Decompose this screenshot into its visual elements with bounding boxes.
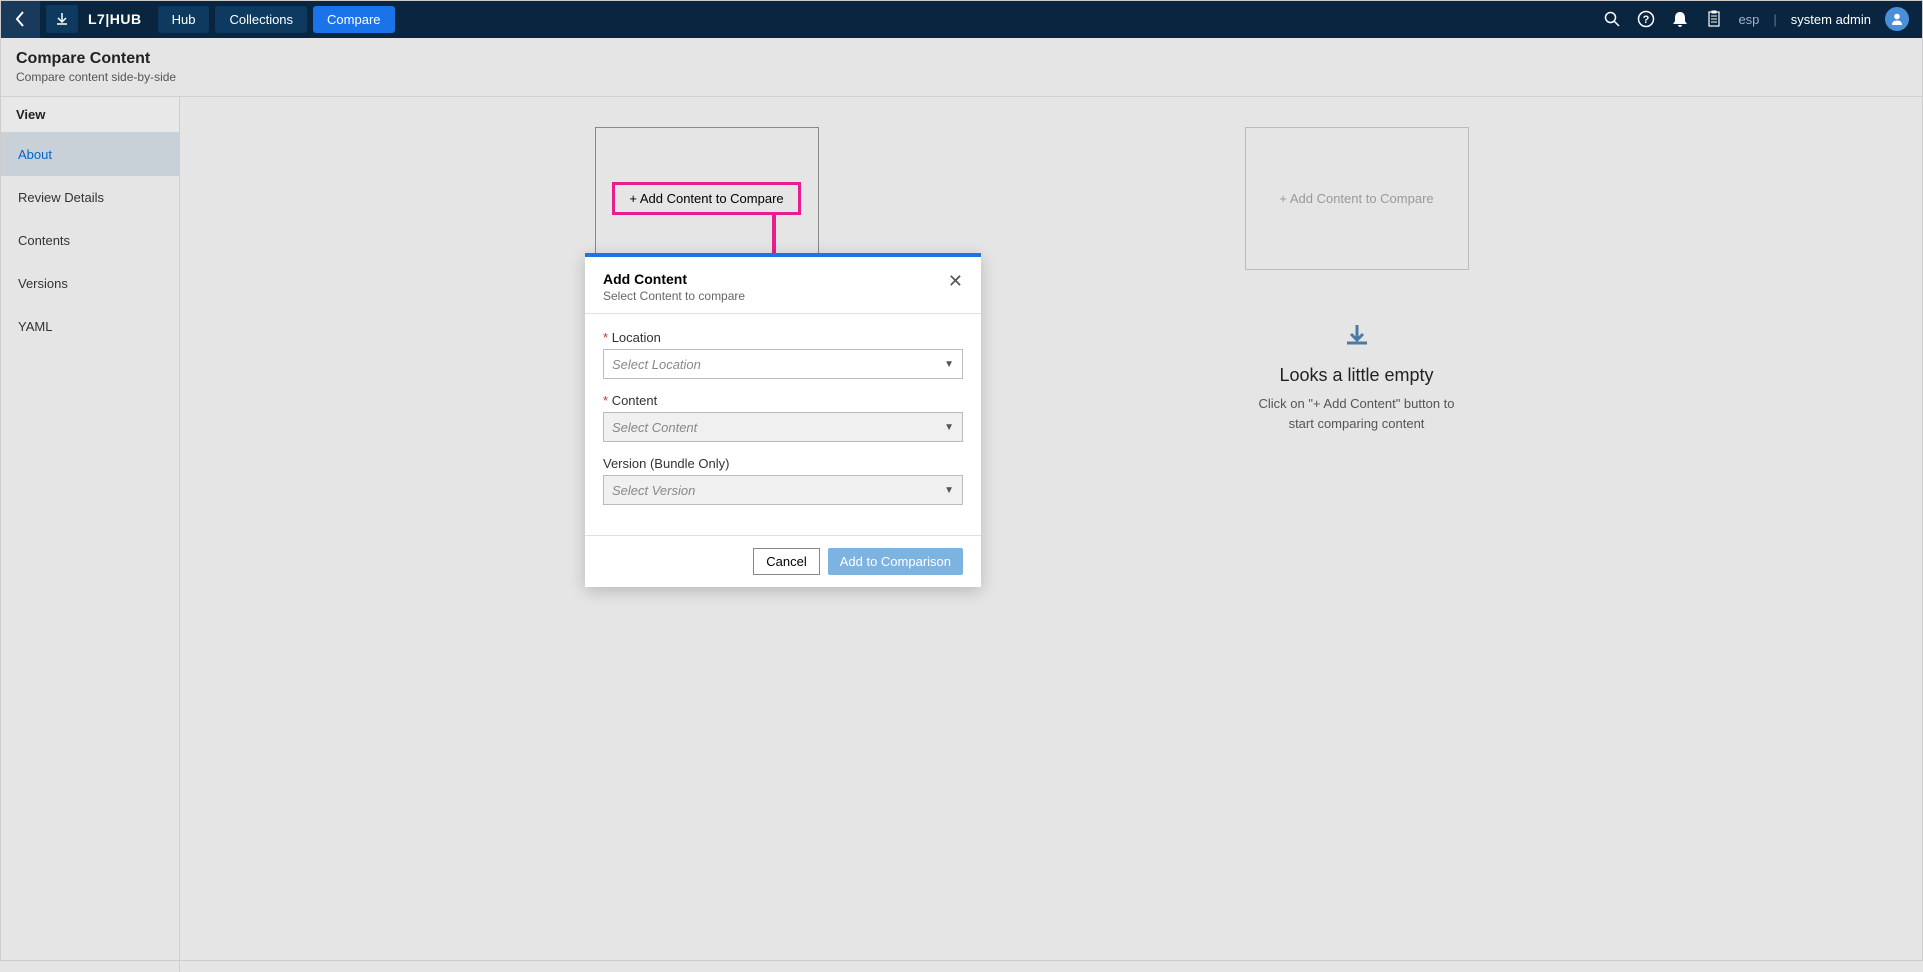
cancel-button[interactable]: Cancel bbox=[753, 548, 819, 575]
location-placeholder: Select Location bbox=[612, 357, 701, 372]
back-button[interactable] bbox=[0, 0, 40, 38]
chevron-down-icon: ▼ bbox=[944, 485, 954, 496]
content-label: * Content bbox=[603, 393, 963, 408]
modal-title: Add Content bbox=[603, 271, 745, 287]
sidebar-item-review-details[interactable]: Review Details bbox=[0, 176, 179, 219]
nav-tab-compare[interactable]: Compare bbox=[313, 6, 394, 33]
sidebar-item-yaml[interactable]: YAML bbox=[0, 305, 179, 348]
download-empty-icon bbox=[1247, 320, 1467, 357]
nav-tab-collections[interactable]: Collections bbox=[215, 6, 307, 33]
sidebar-item-contents[interactable]: Contents bbox=[0, 219, 179, 262]
sidebar-item-versions[interactable]: Versions bbox=[0, 262, 179, 305]
clipboard-icon[interactable] bbox=[1704, 9, 1724, 29]
avatar[interactable] bbox=[1885, 7, 1909, 31]
modal-subtitle: Select Content to compare bbox=[603, 289, 745, 303]
search-icon[interactable] bbox=[1602, 9, 1622, 29]
empty-text-right: Click on "+ Add Content" button to start… bbox=[1247, 394, 1467, 433]
separator: | bbox=[1773, 12, 1776, 27]
location-label: * Location bbox=[603, 330, 963, 345]
add-content-highlight: + Add Content to Compare bbox=[612, 182, 800, 215]
empty-title-right: Looks a little empty bbox=[1247, 365, 1467, 386]
download-button[interactable] bbox=[46, 5, 78, 33]
version-label: Version (Bundle Only) bbox=[603, 456, 963, 471]
version-placeholder: Select Version bbox=[612, 483, 695, 498]
version-select[interactable]: Select Version ▼ bbox=[603, 475, 963, 505]
add-content-box-left[interactable]: + Add Content to Compare bbox=[595, 127, 819, 270]
close-icon[interactable]: ✕ bbox=[948, 271, 963, 303]
content-placeholder: Select Content bbox=[612, 420, 697, 435]
bell-icon[interactable] bbox=[1670, 9, 1690, 29]
username: system admin bbox=[1791, 12, 1871, 27]
nav-tab-hub[interactable]: Hub bbox=[158, 6, 210, 33]
add-content-box-right[interactable]: + Add Content to Compare bbox=[1245, 127, 1469, 270]
help-icon[interactable]: ? bbox=[1636, 9, 1656, 29]
chevron-down-icon: ▼ bbox=[944, 422, 954, 433]
add-content-modal: Add Content Select Content to compare ✕ … bbox=[585, 253, 981, 587]
location-select[interactable]: Select Location ▼ bbox=[603, 349, 963, 379]
sidebar-item-about[interactable]: About bbox=[0, 133, 179, 176]
add-to-comparison-button[interactable]: Add to Comparison bbox=[828, 548, 963, 575]
chevron-down-icon: ▼ bbox=[944, 359, 954, 370]
content-select[interactable]: Select Content ▼ bbox=[603, 412, 963, 442]
user-icon bbox=[1890, 12, 1904, 26]
add-content-label-left: + Add Content to Compare bbox=[629, 191, 783, 206]
download-icon bbox=[55, 12, 69, 26]
tenant-label: esp bbox=[1738, 12, 1759, 27]
app-name: L7|HUB bbox=[88, 11, 142, 27]
page-title: Compare Content bbox=[16, 50, 1907, 68]
svg-text:?: ? bbox=[1643, 14, 1650, 26]
add-content-label-right: + Add Content to Compare bbox=[1279, 191, 1433, 206]
page-subtitle: Compare content side-by-side bbox=[16, 70, 1907, 84]
sidebar-heading: View bbox=[0, 97, 179, 133]
